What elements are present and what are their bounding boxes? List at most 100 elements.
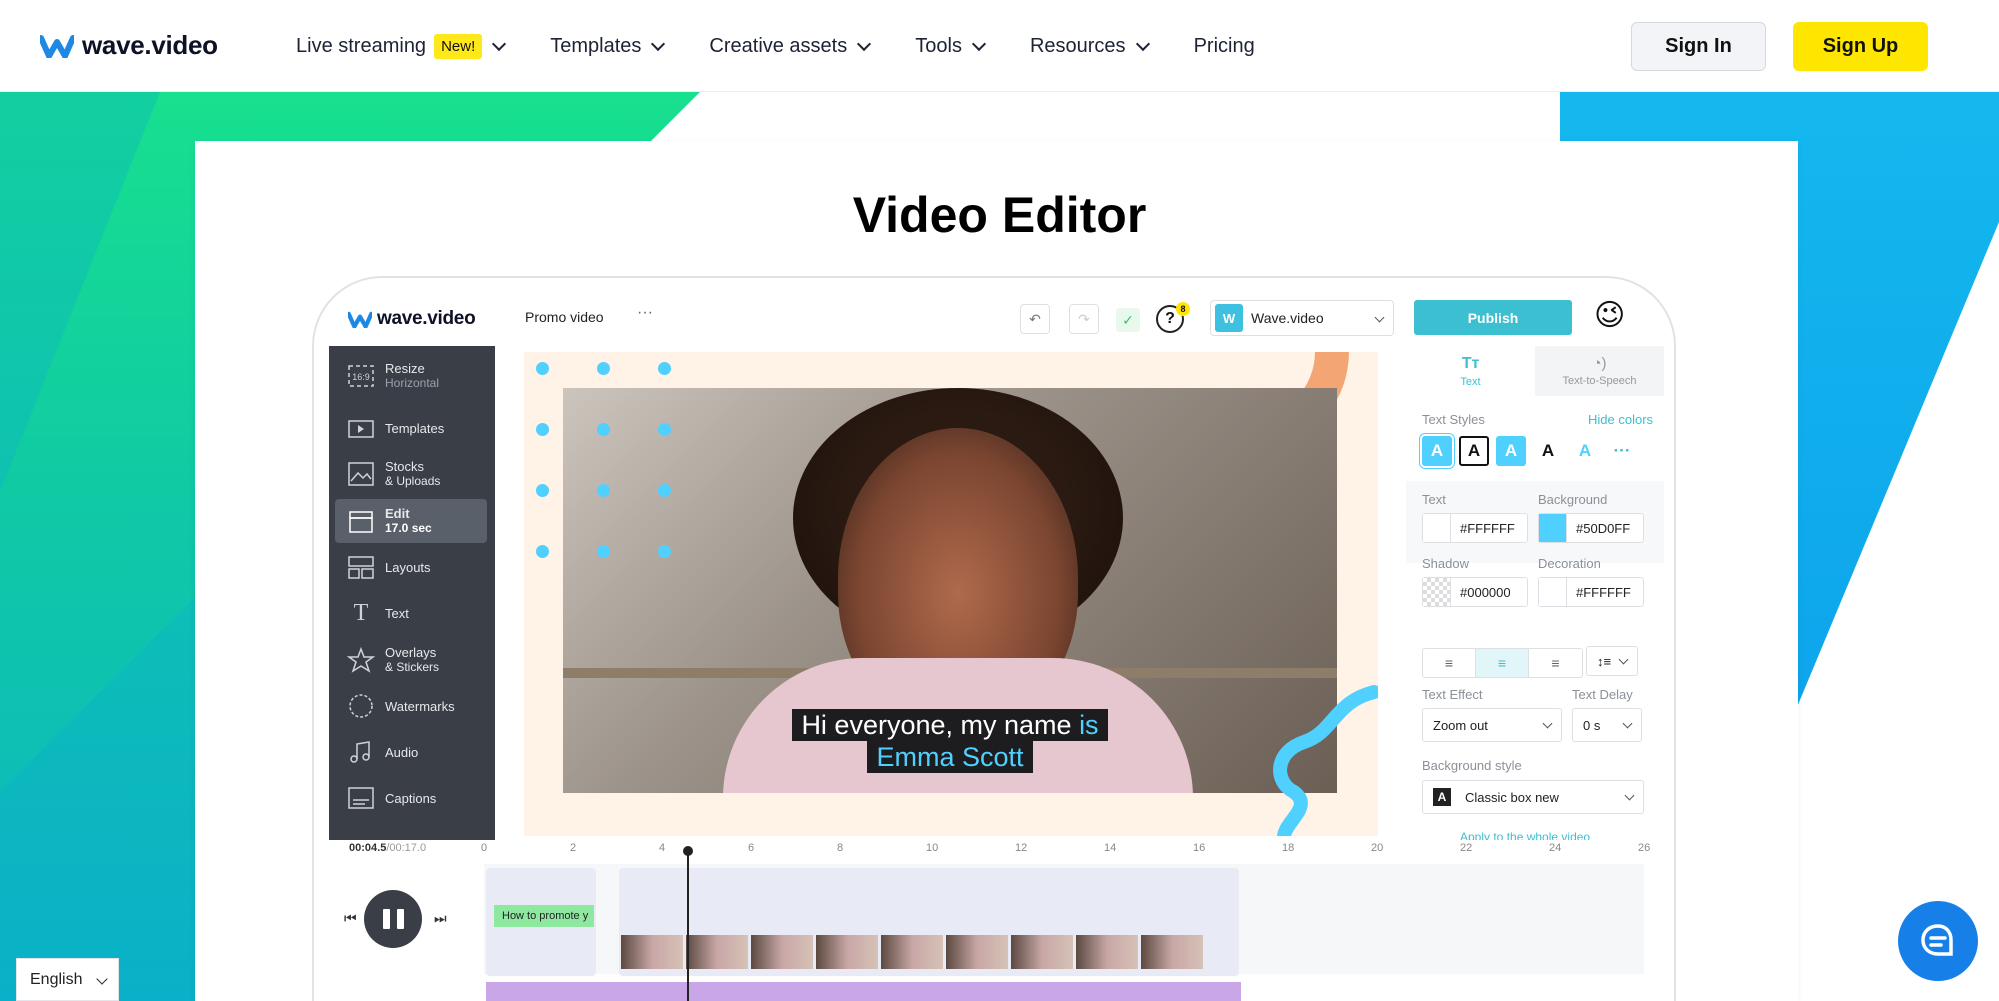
redo-icon[interactable]: ↷: [1069, 304, 1099, 334]
publish-button[interactable]: Publish: [1414, 300, 1572, 335]
sidebar-item-stocks[interactable]: Stocks & Uploads: [335, 452, 487, 496]
language-value: English: [30, 970, 83, 988]
subtitle-caption[interactable]: Hi everyone, my name is Emma Scott: [776, 709, 1124, 773]
captions-icon: [347, 784, 375, 812]
sidebar-item-label: Edit: [385, 506, 410, 521]
saved-check-icon: ✓: [1116, 308, 1140, 332]
tab-text[interactable]: Tт Text: [1406, 346, 1535, 396]
text-style-option[interactable]: A: [1459, 436, 1489, 466]
ruler-tick: 12: [1015, 842, 1028, 854]
workspace-select[interactable]: W Wave.video: [1210, 300, 1394, 336]
layouts-icon: [347, 553, 375, 581]
background-color-field[interactable]: #50D0FF: [1538, 513, 1644, 543]
sidebar-item-edit[interactable]: Edit 17.0 sec: [335, 499, 487, 543]
text-style-option[interactable]: A: [1533, 436, 1563, 466]
undo-icon[interactable]: ↶: [1020, 304, 1050, 334]
sidebar-item-resize[interactable]: 16:9 Resize Horizontal: [335, 354, 487, 398]
caption-highlight: Emma Scott: [867, 741, 1033, 773]
menu-creative-assets[interactable]: Creative assets: [709, 35, 872, 58]
clip-text-label[interactable]: How to promote y: [494, 905, 594, 927]
clip-thumbnails: [621, 935, 1239, 969]
text-styles-row: A A A A A ···: [1422, 436, 1637, 466]
video-canvas[interactable]: Hi everyone, my name is Emma Scott: [524, 352, 1378, 836]
editor-logo[interactable]: wave.video: [348, 308, 476, 330]
chevron-down-icon: [971, 36, 987, 51]
page-title: Video Editor: [852, 187, 1147, 243]
sidebar-item-captions[interactable]: Captions: [335, 776, 487, 820]
hide-colors-link[interactable]: Hide colors: [1588, 412, 1653, 427]
sidebar-item-overlays[interactable]: Overlays & Stickers: [335, 638, 487, 682]
sidebar-item-text[interactable]: T Text: [335, 591, 487, 635]
wave-logo-icon: [348, 311, 372, 328]
more-styles-icon[interactable]: ···: [1607, 436, 1637, 466]
decor-dot: [658, 362, 671, 375]
sidebar-item-templates[interactable]: Templates: [335, 406, 487, 450]
line-height-select[interactable]: ↕≡: [1586, 646, 1638, 676]
pause-icon-bar: [396, 909, 404, 929]
audio-track[interactable]: [486, 982, 1241, 1001]
line-height-icon: ↕≡: [1597, 653, 1612, 669]
menu-live-streaming[interactable]: Live streaming New!: [296, 33, 507, 59]
chevron-down-icon: [1624, 790, 1635, 801]
background-style-select[interactable]: A Classic box new: [1422, 780, 1644, 814]
decor-dot: [597, 423, 610, 436]
color-value: #50D0FF: [1576, 520, 1631, 536]
align-center-icon[interactable]: ≡: [1476, 649, 1529, 677]
menu-label: Live streaming: [296, 34, 427, 57]
chevron-down-icon: [1618, 654, 1629, 665]
text-delay-select[interactable]: 0 s: [1572, 708, 1642, 742]
text-style-option[interactable]: A: [1570, 436, 1600, 466]
sidebar-item-layouts[interactable]: Layouts: [335, 545, 487, 589]
menu-resources[interactable]: Resources: [1030, 35, 1150, 58]
chat-button[interactable]: [1898, 901, 1978, 981]
thumbnail: [621, 935, 683, 969]
user-avatar[interactable]: 😉: [1594, 298, 1625, 333]
pause-button[interactable]: [364, 890, 422, 948]
tab-text-to-speech[interactable]: ◔) Text-to-Speech: [1535, 346, 1664, 396]
sidebar-item-audio[interactable]: Audio: [335, 730, 487, 774]
text-color-label: Text: [1422, 492, 1446, 507]
project-name[interactable]: Promo video: [525, 309, 604, 325]
shadow-color-field[interactable]: #000000: [1422, 577, 1528, 607]
select-value: 0 s: [1583, 717, 1601, 733]
wave-logo-icon: [40, 34, 74, 58]
pause-icon-bar: [382, 909, 390, 929]
text-color-field[interactable]: #FFFFFF: [1422, 513, 1528, 543]
sidebar-item-sub: Horizontal: [385, 376, 440, 390]
sidebar-item-label: Audio: [385, 744, 419, 760]
text-style-option[interactable]: A: [1496, 436, 1526, 466]
menu-pricing[interactable]: Pricing: [1194, 35, 1255, 58]
ruler-tick: 18: [1282, 842, 1295, 854]
decoration-color-field[interactable]: #FFFFFF: [1538, 577, 1644, 607]
playhead[interactable]: [687, 848, 689, 1001]
menu-templates[interactable]: Templates: [550, 35, 666, 58]
time-readout: 00:04.5/00:17.0: [349, 842, 426, 854]
new-badge: New!: [434, 33, 483, 59]
language-select[interactable]: English: [16, 958, 119, 1001]
video-frame: Hi everyone, my name is Emma Scott: [563, 388, 1337, 793]
top-nav: wave.video Live streaming New! Templates…: [0, 0, 1999, 92]
sign-in-button[interactable]: Sign In: [1631, 22, 1766, 71]
speaker-icon: ◔): [1592, 355, 1607, 372]
menu-tools[interactable]: Tools: [915, 35, 987, 58]
sidebar-item-watermarks[interactable]: Watermarks: [335, 684, 487, 728]
sign-up-button[interactable]: Sign Up: [1793, 22, 1928, 71]
more-options-icon[interactable]: ···: [637, 304, 653, 322]
sidebar-item-sub: & Stickers: [385, 660, 440, 674]
brand-logo[interactable]: wave.video: [40, 30, 218, 61]
thumbnail: [1141, 935, 1203, 969]
ruler-tick: 26: [1638, 842, 1651, 854]
chevron-down-icon: [651, 36, 666, 51]
skip-forward-icon[interactable]: ⏭: [434, 910, 447, 927]
align-right-icon[interactable]: ≡: [1529, 649, 1582, 677]
text-style-option[interactable]: A: [1422, 436, 1452, 466]
sidebar-item-sub: & Uploads: [385, 474, 441, 488]
decor-dot: [536, 484, 549, 497]
select-value: Zoom out: [1433, 717, 1488, 733]
skip-back-icon[interactable]: ⏮: [344, 910, 357, 927]
text-effect-select[interactable]: Zoom out: [1422, 708, 1562, 742]
text-icon: T: [353, 599, 369, 626]
sidebar-item-label: Templates: [385, 420, 445, 436]
align-left-icon[interactable]: ≡: [1423, 649, 1476, 677]
editor-brand-name: wave.video: [377, 308, 476, 329]
